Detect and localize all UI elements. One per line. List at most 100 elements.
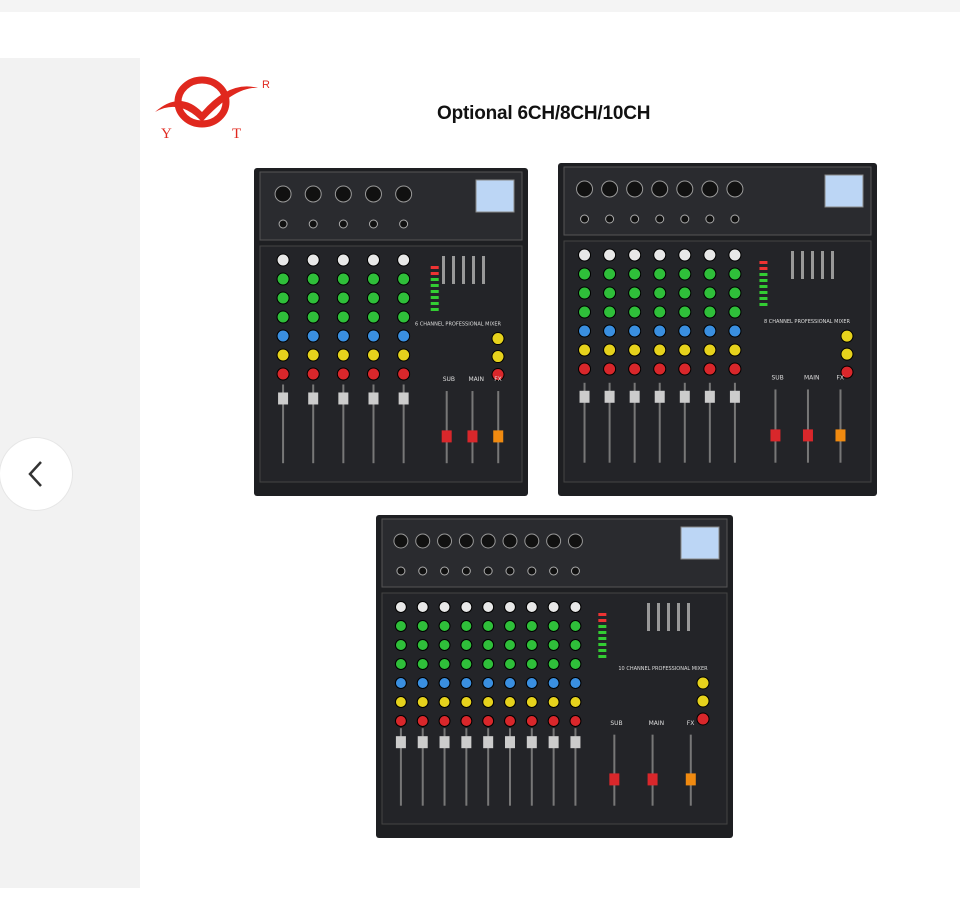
level-meter	[598, 619, 607, 622]
knob	[460, 620, 473, 632]
fader-track	[774, 389, 777, 463]
knob	[653, 343, 667, 357]
line-jack	[655, 214, 665, 224]
master-fader-cap	[493, 430, 504, 443]
line-jack	[605, 214, 615, 224]
fader-cap	[439, 736, 450, 749]
knob	[306, 272, 320, 286]
fader-cap	[504, 736, 515, 749]
knob	[628, 362, 642, 376]
fx-knob	[696, 676, 710, 690]
line-jack	[368, 219, 378, 229]
line-jack	[338, 219, 348, 229]
input-panel	[381, 518, 728, 588]
fx-knob	[491, 332, 505, 346]
knob	[504, 715, 516, 727]
fader-cap	[570, 736, 581, 749]
master-fader-cap	[609, 773, 620, 786]
fader-cap	[395, 736, 406, 749]
knob	[394, 658, 407, 670]
knob	[504, 658, 516, 670]
eq-slider	[677, 603, 680, 631]
xlr-jack	[626, 180, 644, 198]
knob	[336, 348, 350, 362]
knob	[678, 362, 692, 376]
level-meter	[430, 272, 439, 275]
knob	[525, 715, 538, 727]
lcd-display	[475, 179, 515, 213]
eq-slider	[452, 256, 455, 284]
knob	[276, 348, 290, 362]
fader-cap	[729, 390, 740, 403]
knob	[482, 601, 495, 613]
fader-cap	[461, 736, 472, 749]
eq-slider	[482, 256, 485, 284]
level-meter	[759, 261, 768, 264]
fader-cap	[278, 392, 289, 405]
knob	[416, 677, 429, 689]
knob	[394, 715, 407, 727]
knob	[653, 286, 667, 300]
level-meter	[430, 308, 439, 311]
knob	[306, 329, 320, 343]
xlr-jack	[502, 533, 518, 549]
knob	[569, 620, 582, 632]
knob	[678, 324, 692, 338]
knob	[276, 272, 290, 286]
knob	[578, 305, 592, 319]
line-jack	[570, 566, 580, 576]
xlr-jack	[701, 180, 719, 198]
fader-cap	[579, 390, 590, 403]
line-jack	[505, 566, 515, 576]
line-jack	[580, 214, 590, 224]
xlr-jack	[524, 533, 540, 549]
level-meter	[759, 291, 768, 294]
knob	[397, 367, 411, 381]
fx-knob	[840, 329, 854, 343]
bus-label: FX	[687, 720, 695, 727]
knob	[525, 658, 538, 670]
mixer-8ch-image: 8 CHANNEL PROFESSIONAL MIXER SUB MAIN FX	[558, 163, 877, 496]
xlr-jack	[415, 533, 431, 549]
knob	[438, 658, 451, 670]
level-meter	[759, 303, 768, 306]
fader-track	[689, 734, 692, 806]
knob	[438, 620, 451, 632]
knob	[603, 324, 617, 338]
knob	[728, 267, 742, 281]
line-jack	[308, 219, 318, 229]
knob	[504, 696, 516, 708]
eq-slider	[657, 603, 660, 631]
xlr-jack	[601, 180, 619, 198]
knob	[703, 305, 717, 319]
previous-image-button[interactable]	[0, 438, 72, 510]
knob	[653, 267, 667, 281]
fader-cap	[368, 392, 379, 405]
knob	[628, 343, 642, 357]
knob	[482, 658, 495, 670]
fx-knob	[491, 350, 505, 364]
xlr-jack	[364, 185, 382, 203]
xlr-jack	[576, 180, 594, 198]
knob	[547, 601, 560, 613]
lcd-display	[824, 174, 864, 208]
knob	[678, 267, 692, 281]
line-jack	[527, 566, 537, 576]
knob	[394, 620, 407, 632]
knob	[569, 639, 582, 651]
line-jack	[396, 566, 406, 576]
fader-track	[839, 389, 842, 463]
eq-slider	[462, 256, 465, 284]
line-jack	[680, 214, 690, 224]
fader-track	[806, 389, 809, 463]
knob	[628, 248, 642, 262]
knob	[416, 658, 429, 670]
fader-cap	[679, 390, 690, 403]
eq-slider	[791, 251, 794, 279]
knob	[578, 267, 592, 281]
level-meter	[598, 643, 607, 646]
knob	[366, 367, 380, 381]
knob	[438, 696, 451, 708]
knob	[438, 715, 451, 727]
knob	[678, 286, 692, 300]
